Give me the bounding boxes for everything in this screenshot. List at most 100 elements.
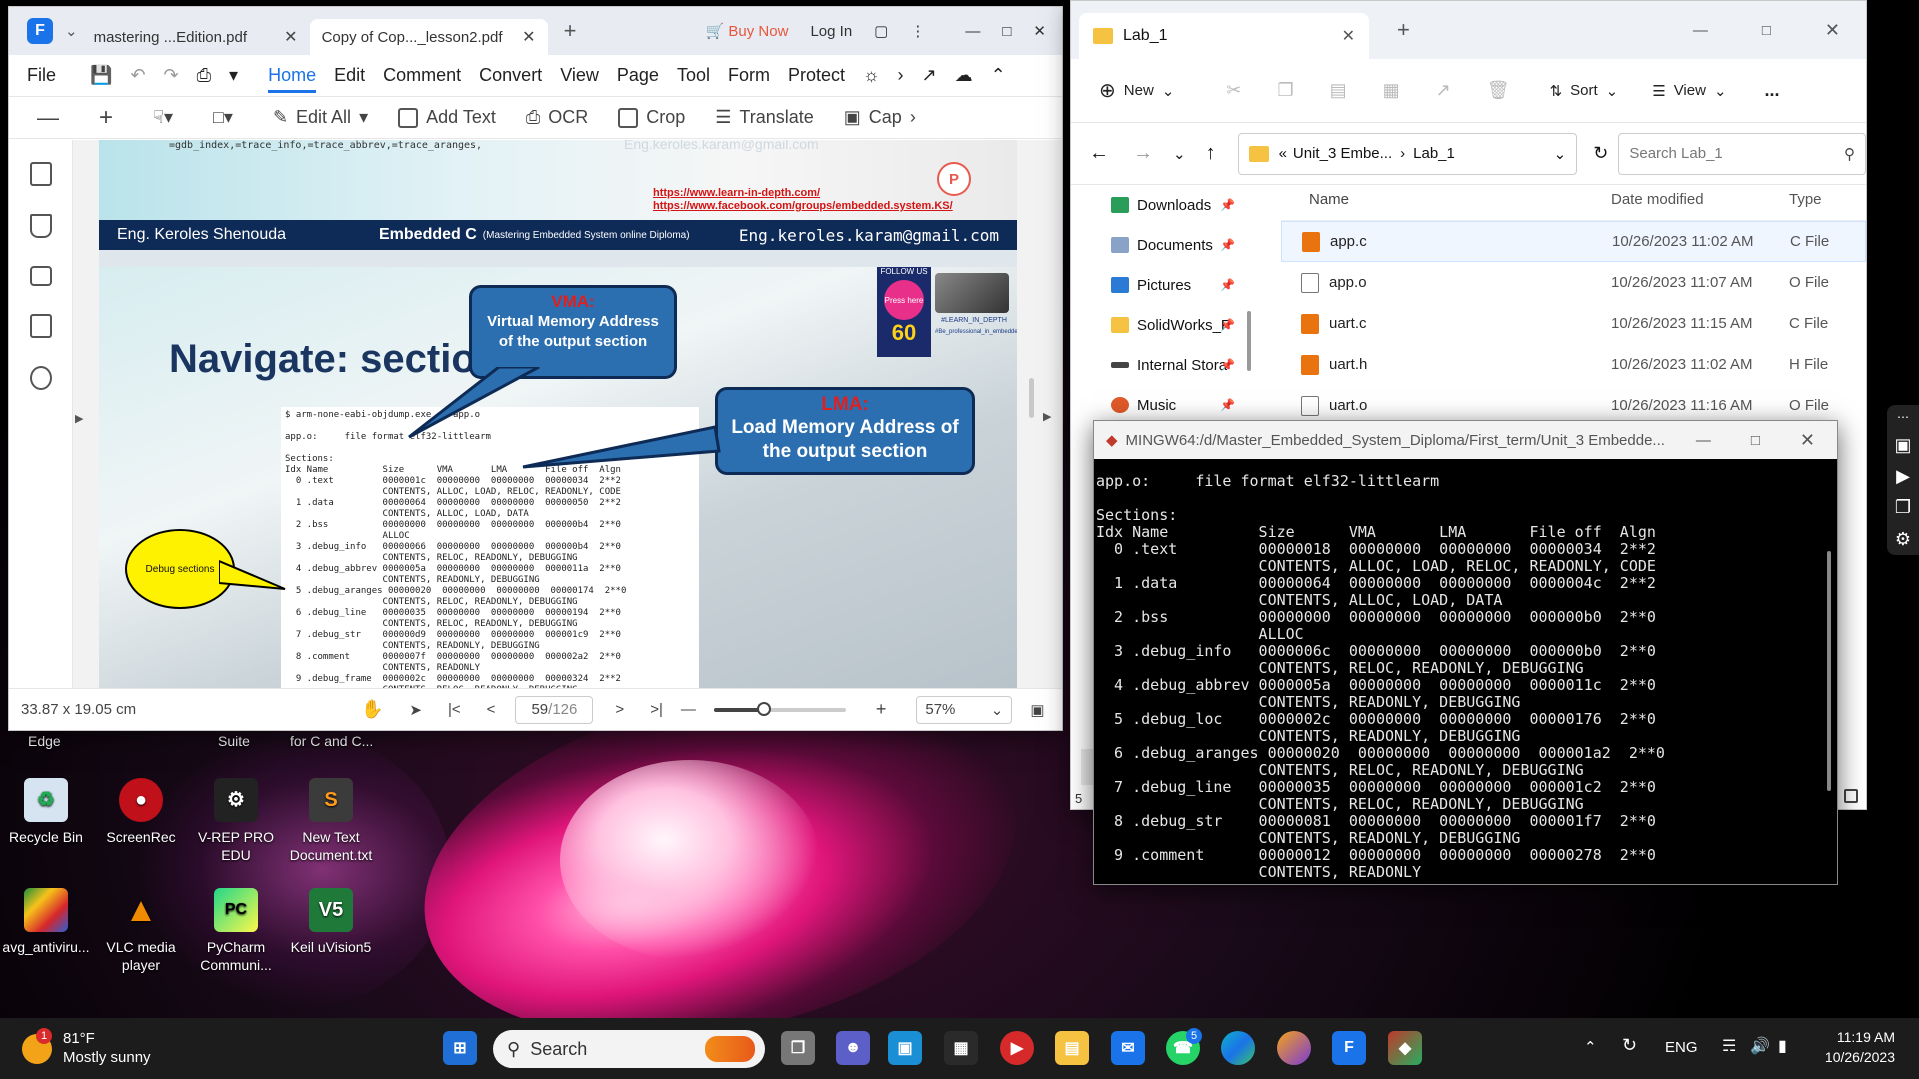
page-number-field[interactable]: 59 /126 (515, 695, 594, 724)
close-window-icon[interactable]: ✕ (1800, 430, 1815, 451)
link-facebook-group[interactable]: https://www.facebook.com/groups/embedded… (653, 200, 953, 212)
back-arrow-icon[interactable]: ← (1089, 142, 1109, 165)
fit-page-icon[interactable]: ▣ (1030, 701, 1044, 719)
close-tab-icon[interactable]: ✕ (522, 27, 535, 47)
ocr-button[interactable]: ⎙ OCR (526, 107, 588, 128)
pdf-reader-taskbar-icon[interactable]: F (1332, 1031, 1366, 1065)
link-learn-in-depth[interactable]: https://www.learn-in-depth.com/ (653, 187, 820, 199)
nav-item-downloads[interactable]: Downloads 📌 (1071, 185, 1241, 225)
nav-item-music[interactable]: Music 📌 (1071, 385, 1241, 425)
desktop-icon-vrep[interactable]: ⚙ V-REP PRO EDU (188, 778, 284, 864)
zoom-out-icon[interactable]: — (37, 105, 59, 131)
start-windows-icon[interactable]: ⊞ (443, 1031, 477, 1065)
nav-item-pictures[interactable]: Pictures 📌 (1071, 265, 1241, 305)
rename-icon[interactable]: ▦ (1383, 80, 1400, 101)
new-tab-plus-icon[interactable]: + (564, 18, 577, 44)
file-row-uart-c[interactable]: uart.c 10/26/2023 11:15 AM C File (1281, 303, 1866, 344)
menu-form[interactable]: Form (728, 65, 770, 86)
attachment-icon[interactable] (29, 314, 52, 338)
close-window-icon[interactable]: ✕ (1033, 22, 1046, 40)
desktop-icon-keil[interactable]: V5 Keil uVision5 (283, 888, 379, 956)
close-tab-icon[interactable]: ✕ (284, 27, 297, 47)
select-tool-icon[interactable]: ☟▾ (153, 107, 173, 128)
feedback-icon[interactable]: ▢ (874, 22, 888, 40)
zoom-out-status-icon[interactable]: — (681, 701, 696, 718)
bookmark-icon[interactable] (29, 214, 52, 238)
chrome-canary-icon[interactable] (1277, 1031, 1311, 1065)
weather-temp[interactable]: 81°F (63, 1030, 95, 1047)
redo-icon[interactable]: ↷ (164, 65, 179, 86)
menu-edit[interactable]: Edit (334, 65, 365, 86)
menu-tool[interactable]: Tool (677, 65, 710, 86)
zoom-select[interactable]: 57% ⌄ (916, 695, 1013, 724)
share-icon[interactable]: ↗ (922, 65, 937, 86)
desktop-monitor-icon[interactable]: ▣ (888, 1031, 922, 1065)
recent-locations-chevron-icon[interactable]: ⌄ (1173, 145, 1186, 163)
nav-item-documents[interactable]: Documents 📌 (1071, 225, 1241, 265)
column-name[interactable]: Name (1281, 191, 1611, 208)
close-window-icon[interactable]: ✕ (1825, 20, 1840, 41)
crop-button[interactable]: Crop (618, 107, 685, 128)
settings-gear-icon[interactable]: ⚙ (1895, 529, 1911, 550)
sync-icon[interactable]: ↻ (1622, 1035, 1637, 1056)
previous-page-icon[interactable]: < (487, 701, 496, 718)
desktop-icon-vlc[interactable]: ▲ VLC media player (93, 888, 189, 974)
sort-button[interactable]: ⇅ Sort ⌄ (1550, 82, 1619, 100)
file-row-app-c[interactable]: app.c 10/26/2023 11:02 AM C File (1281, 221, 1866, 262)
follow-us-badge[interactable]: FOLLOW US Press here 60 (877, 267, 931, 357)
print-icon[interactable]: ⎙ (197, 65, 211, 86)
battery-icon[interactable]: ▮ (1778, 1036, 1787, 1056)
paste-icon[interactable]: ▤ (1330, 80, 1347, 101)
expand-right-panel-arrow-icon[interactable]: ▶ (1043, 410, 1051, 423)
refresh-icon[interactable]: ↻ (1593, 143, 1608, 164)
screen-recorder-icon[interactable]: ▶ (1000, 1031, 1034, 1065)
breadcrumb-lab1[interactable]: Lab_1 (1413, 145, 1455, 162)
nav-pane-scrollbar[interactable] (1247, 311, 1251, 371)
save-icon[interactable]: 💾 (90, 65, 112, 86)
volume-icon[interactable]: 🔊 (1750, 1036, 1770, 1056)
new-button[interactable]: ⊕ New ⌄ (1099, 78, 1174, 103)
desktop-icon-avg[interactable]: avg_antiviru... (0, 888, 94, 956)
breadcrumb-unit3[interactable]: Unit_3 Embe... (1293, 145, 1392, 162)
zoom-in-status-icon[interactable]: + (876, 699, 887, 720)
select-cursor-icon[interactable]: ➤ (409, 701, 422, 719)
edit-all-button[interactable]: ✎ Edit All ▾ (273, 107, 368, 128)
details-view-toggle-icon[interactable] (1844, 789, 1858, 803)
weather-desc[interactable]: Mostly sunny (63, 1049, 151, 1066)
tab-list-chevron-icon[interactable]: ⌄ (65, 22, 78, 40)
explorer-tab-lab1[interactable]: Lab_1 ✕ (1079, 13, 1369, 59)
file-row-uart-h[interactable]: uart.h 10/26/2023 11:02 AM H File (1281, 344, 1866, 385)
file-row-app-o[interactable]: app.o 10/26/2023 11:07 AM O File (1281, 262, 1866, 303)
translate-button[interactable]: ☰ Translate (715, 107, 814, 128)
mail-icon[interactable]: ✉ (1111, 1031, 1145, 1065)
hand-tool-icon[interactable]: ✋ (361, 699, 383, 720)
desktop-icon-new-text-document[interactable]: S New Text Document.txt (283, 778, 379, 864)
more-options-icon[interactable]: ⋮ (910, 22, 925, 40)
terminal-output[interactable]: app.o: file format elf32-littlearm Secti… (1094, 459, 1821, 884)
git-icon[interactable]: ◆ (1388, 1031, 1422, 1065)
cloud-upload-icon[interactable]: ☁ (955, 65, 973, 86)
wifi-icon[interactable]: ☴ (1722, 1036, 1736, 1056)
clock-time[interactable]: 11:19 AM (1815, 1029, 1895, 1045)
menu-home[interactable]: Home (268, 65, 317, 93)
collapse-ribbon-icon[interactable]: ⌃ (991, 65, 1006, 86)
share-icon[interactable]: ↗ (1436, 80, 1451, 101)
overflow-breadcrumb-icon[interactable]: « (1279, 145, 1287, 162)
camera-icon[interactable]: ▣ (1894, 435, 1911, 456)
shape-tool-icon[interactable]: □▾ (213, 107, 233, 128)
task-view-icon[interactable]: ❐ (781, 1031, 815, 1065)
buy-now-link[interactable]: 🛒 Buy Now (706, 22, 789, 40)
pdf-app-logo-icon[interactable]: F (27, 18, 53, 44)
delete-icon[interactable]: 🗑 (1487, 80, 1510, 101)
view-button[interactable]: ☰ View ⌄ (1652, 82, 1726, 100)
search-input[interactable]: Search Lab_1 ⚲ (1618, 132, 1866, 175)
desktop-label-c-ide[interactable]: for C and C... (290, 733, 373, 749)
capture-button[interactable]: ▣ Cap › (844, 107, 916, 128)
ideas-icon[interactable]: ☼ (863, 65, 880, 86)
tab-mastering-edition[interactable]: mastering ...Edition.pdf ✕ (82, 19, 310, 55)
comment-icon[interactable] (29, 266, 52, 286)
minimize-icon[interactable]: — (1696, 432, 1711, 449)
first-page-icon[interactable]: |< (448, 701, 461, 718)
zoom-slider-knob[interactable] (757, 701, 771, 716)
teams-chat-icon[interactable]: ☻ (836, 1031, 870, 1065)
